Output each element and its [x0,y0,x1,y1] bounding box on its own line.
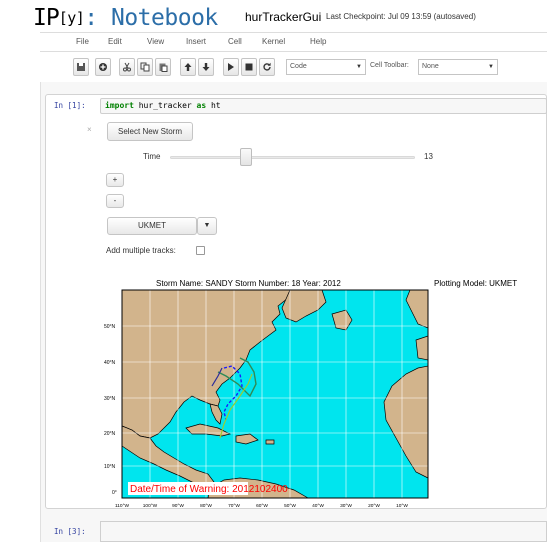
cell-input-prompt: In [1]: [54,101,86,110]
restart-button[interactable] [259,58,275,76]
code-text: import hur_tracker as ht [105,101,221,110]
copy-icon [140,62,150,72]
insert-cell-button[interactable] [95,58,111,76]
decrement-button[interactable]: - [106,194,124,208]
lon-label: 20°W [368,503,380,509]
notebook-header: IP[y]: Notebook hurTrackerGui Last Check… [0,0,547,32]
logo-y-text: [y] [58,9,85,27]
menu-view[interactable]: View [147,37,164,46]
time-slider-handle[interactable] [239,148,252,166]
arrow-down-icon [202,63,210,71]
cell-toolbar-value: None [422,63,439,70]
close-widget-icon[interactable]: × [87,125,92,134]
menu-help[interactable]: Help [310,37,326,46]
time-slider-value: 13 [424,152,433,161]
interrupt-button[interactable] [241,58,257,76]
checkpoint-status: Last Checkpoint: Jul 09 13:59 (autosaved… [326,12,476,21]
lat-label: 50°N [104,324,116,330]
move-down-button[interactable] [198,58,214,76]
lat-label: 0° [112,490,117,496]
arrow-up-icon [184,63,192,71]
lon-label: 110°W [115,503,130,509]
code-keyword-import: import [105,101,134,110]
time-slider-label: Time [143,152,161,161]
code-input[interactable]: import hur_tracker as ht [100,98,547,114]
cut-icon [123,62,131,72]
caret-down-icon[interactable]: ▼ [197,217,217,235]
multiple-tracks-checkbox[interactable] [196,246,205,255]
notebook-name[interactable]: hurTrackerGui [245,10,321,24]
code-keyword-as: as [196,101,207,110]
code-module: hur_tracker [133,101,197,110]
model-dropdown-value[interactable]: UKMET [107,217,197,235]
cell-toolbar-select[interactable]: None ▼ [418,59,498,75]
run-icon [228,63,234,71]
logo-notebook-text: : Notebook [84,5,218,31]
plus-icon [99,63,107,71]
storm-track-map: 50°N 40°N 30°N 20°N 10°N 0° 110°W 100°W … [104,289,429,509]
lon-label: 50°W [284,503,296,509]
lon-label: 10°W [396,503,408,509]
lat-label: 10°N [104,464,116,470]
select-new-storm-button[interactable]: Select New Storm [107,122,193,141]
time-slider[interactable] [170,156,415,159]
lon-label: 80°W [200,503,212,509]
warning-datetime-label: Date/Time of Warning: 2012102400 [130,484,288,495]
lon-label: 90°W [172,503,184,509]
cell-type-select[interactable]: Code ▼ [286,59,366,75]
lon-label: 40°W [312,503,324,509]
save-icon [77,63,85,71]
logo-ip-text: IP [33,5,60,31]
toolbar: Code ▼ Cell Toolbar: None ▼ [40,56,547,82]
empty-code-input[interactable] [100,521,547,542]
map-land-iberia [415,335,429,361]
restart-icon [263,62,271,71]
move-up-button[interactable] [180,58,196,76]
model-dropdown[interactable]: UKMET ▼ [107,217,217,235]
menu-kernel[interactable]: Kernel [262,37,285,46]
lon-label: 60°W [256,503,268,509]
multiple-tracks-label: Add multiple tracks: [106,246,176,255]
plot-model-label: Plotting Model: UKMET [434,279,518,288]
cell-type-value: Code [290,63,307,70]
cell-toolbar-label: Cell Toolbar: [370,62,409,69]
run-button[interactable] [223,58,239,76]
stop-icon [245,63,253,71]
paste-icon [159,63,168,72]
cut-button[interactable] [119,58,135,76]
lat-label: 40°N [104,360,116,366]
menubar: File Edit View Insert Cell Kernel Help [40,32,547,52]
code-alias: ht [206,101,221,110]
plot-title: Storm Name: SANDY Storm Number: 18 Year:… [156,279,341,288]
increment-button[interactable]: + [106,173,124,187]
menu-insert[interactable]: Insert [186,37,206,46]
ipython-logo[interactable]: IP[y]: Notebook [33,5,218,31]
copy-button[interactable] [137,58,153,76]
lat-label: 30°N [104,396,116,402]
save-button[interactable] [73,58,89,76]
cell-input-prompt: In [3]: [54,527,86,536]
lon-label: 70°W [228,503,240,509]
menu-cell[interactable]: Cell [228,37,242,46]
lon-label: 100°W [143,503,158,509]
menu-file[interactable]: File [76,37,89,46]
caret-down-icon: ▼ [356,64,362,70]
paste-button[interactable] [155,58,171,76]
lon-label: 30°W [340,503,352,509]
menu-edit[interactable]: Edit [108,37,122,46]
caret-down-icon: ▼ [488,64,494,70]
map-land-puerto-rico [265,439,275,445]
lat-label: 20°N [104,431,116,437]
